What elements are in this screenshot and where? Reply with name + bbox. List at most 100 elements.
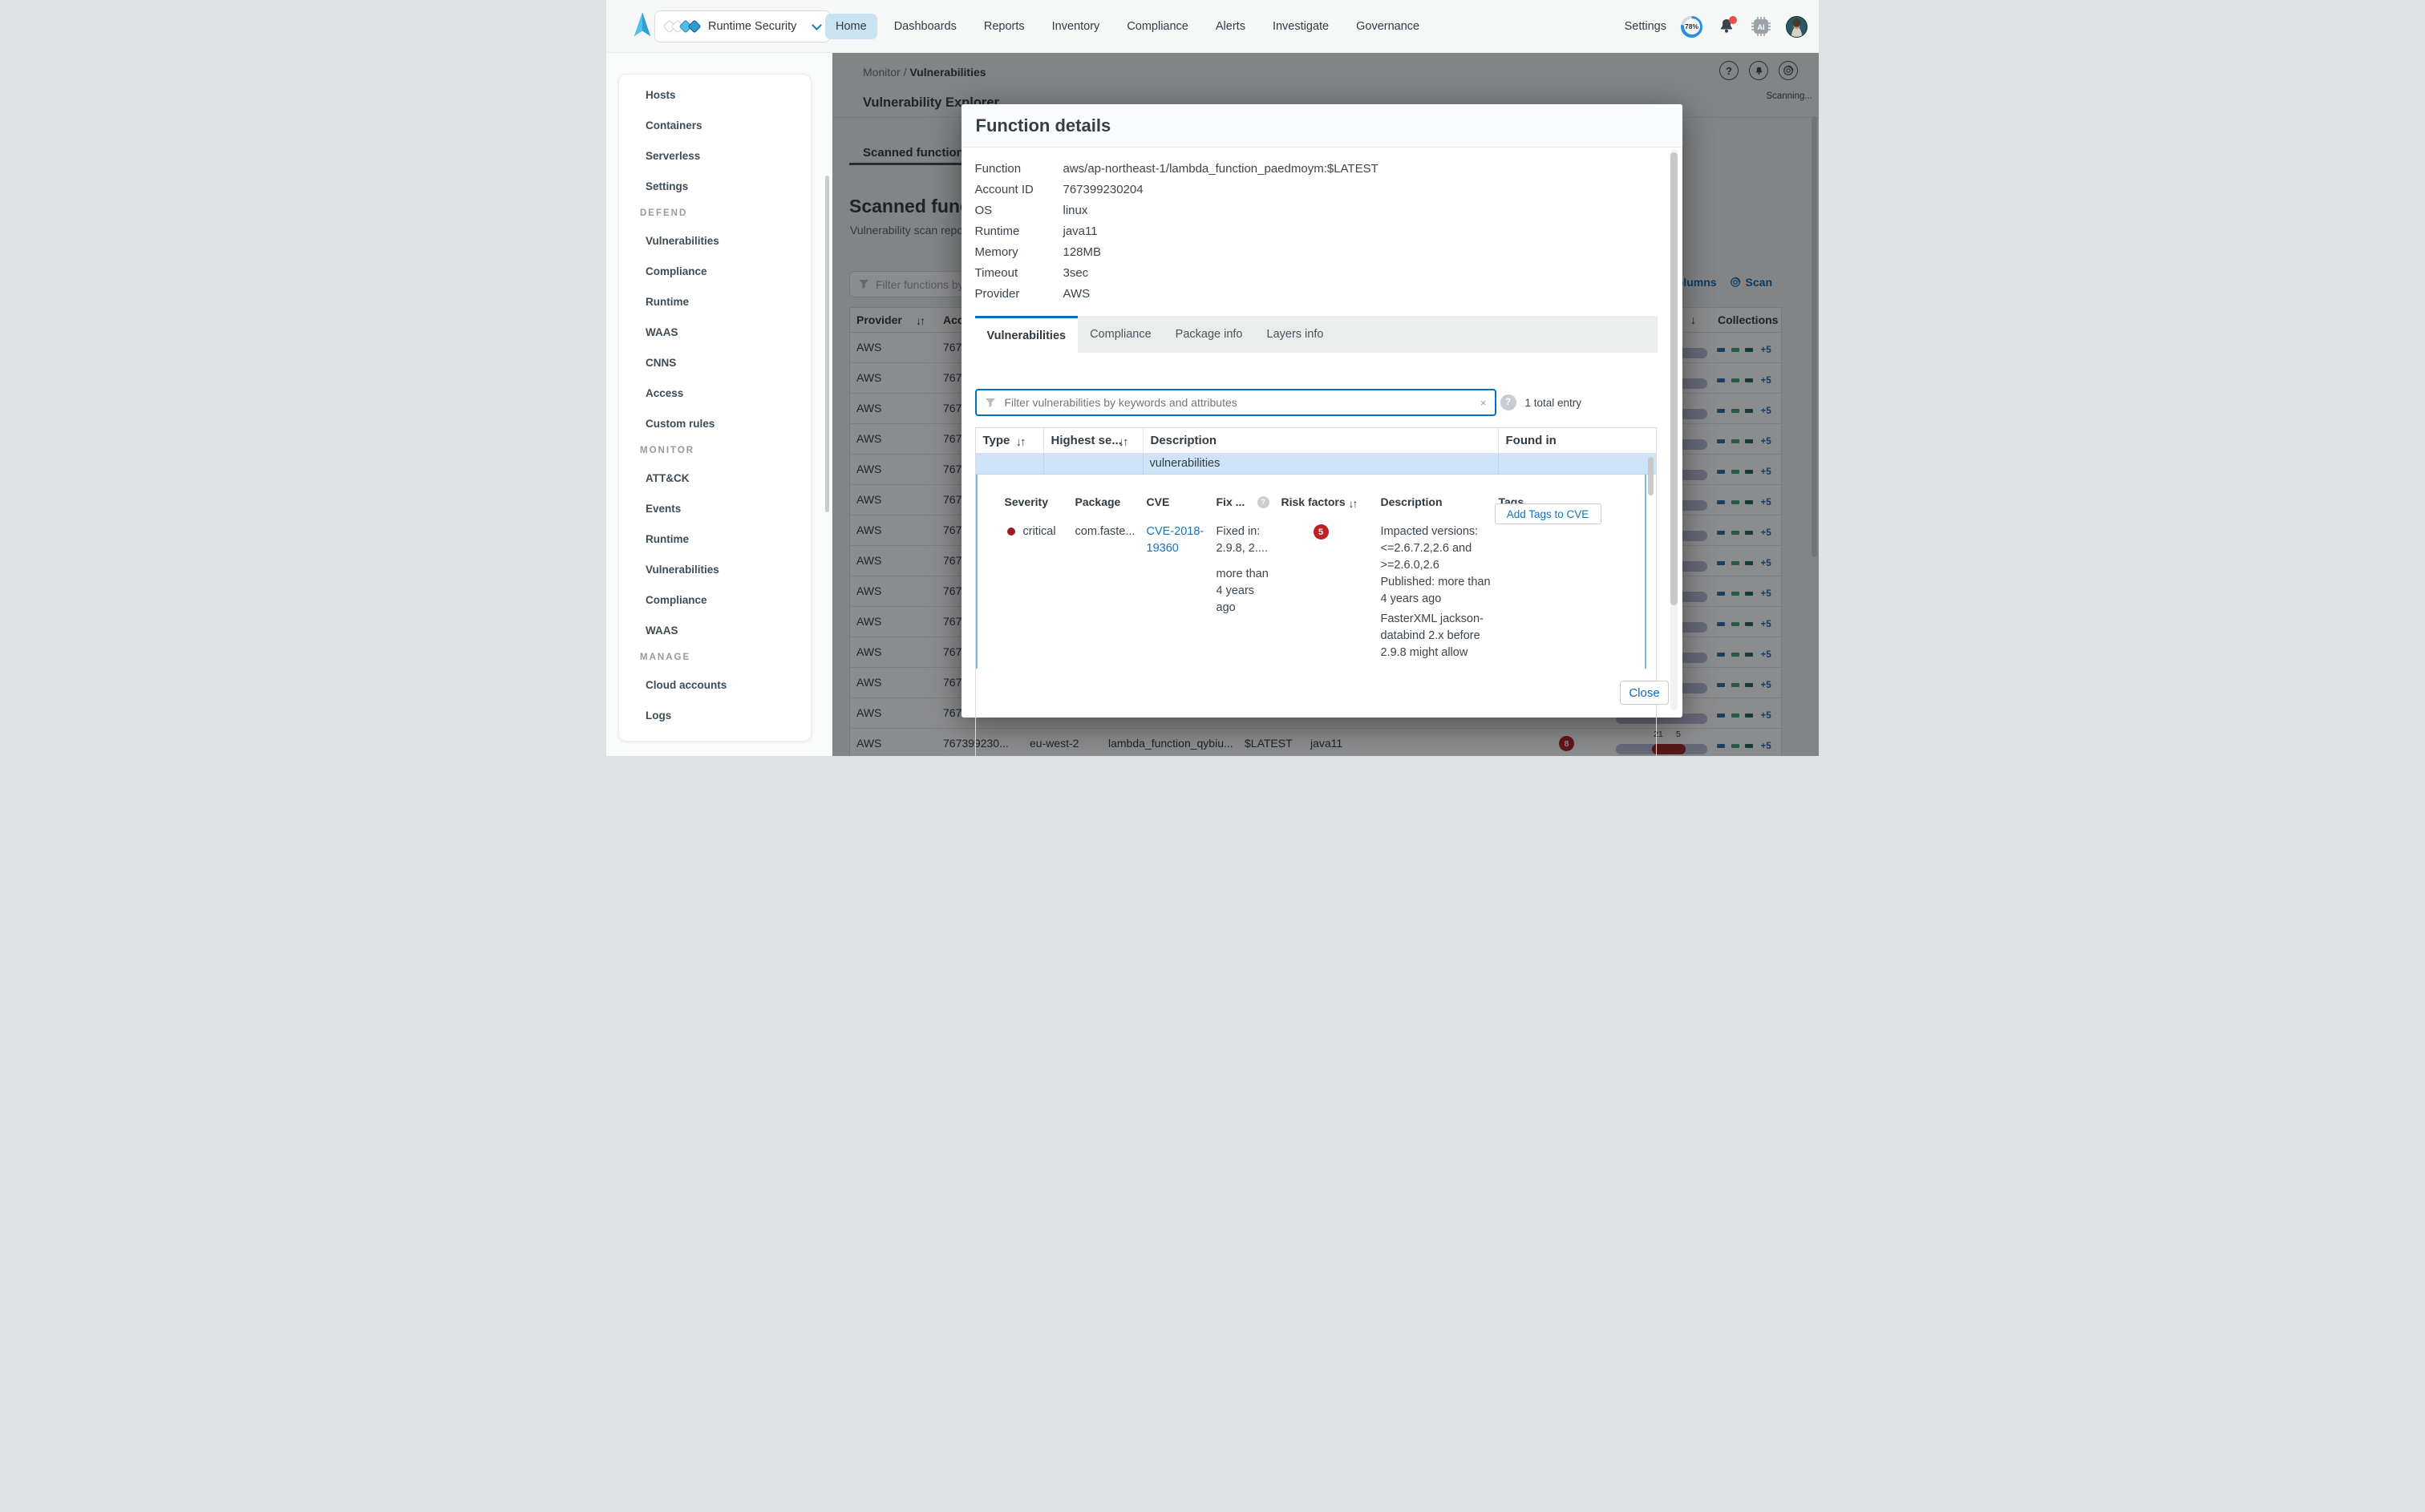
sidebar-scrollbar[interactable] — [825, 176, 829, 512]
function-fields: Function aws/ap-northeast-1/lambda_funct… — [975, 158, 1378, 304]
cve-link[interactable]: CVE-2018- 19360 — [1147, 524, 1204, 557]
nav-item[interactable]: Governance — [1346, 14, 1430, 39]
sidebar-item[interactable]: Hosts — [619, 79, 811, 110]
nav-item[interactable]: Reports — [974, 14, 1035, 39]
modal-tab[interactable]: Layers info — [1255, 316, 1336, 353]
sidebar-item-label: Serverless — [639, 145, 706, 167]
sidebar-item[interactable]: DEFEND — [619, 201, 811, 225]
fix-help-icon[interactable]: ? — [1257, 496, 1269, 508]
sidebar-item-label: WAAS — [639, 321, 685, 343]
vulnerabilities-table: Type ↓↑ Highest se... ↓↑ Description Fou… — [975, 427, 1658, 756]
nested-col-fix: Fix ... — [1217, 495, 1245, 508]
selected-vulnerability-row[interactable]: vulnerabilities — [976, 454, 1657, 475]
nav-item[interactable]: Dashboards — [884, 14, 967, 39]
sidebar-item[interactable]: Vulnerabilities — [619, 225, 811, 256]
field-label: Memory — [975, 245, 1063, 259]
nav-item[interactable]: Investigate — [1262, 14, 1339, 39]
nav-item[interactable]: Alerts — [1205, 14, 1256, 39]
sidebar-item-label: Logs — [639, 705, 678, 726]
sidebar-item[interactable]: Settings — [619, 171, 811, 201]
user-avatar[interactable] — [1786, 16, 1808, 38]
expanded-cve-panel: Severity Package CVE Fix ... ? Risk fact… — [976, 475, 1647, 669]
col-highest-severity[interactable]: Highest se... — [1051, 434, 1122, 447]
field-label: Timeout — [975, 266, 1063, 280]
modal-tab[interactable]: Package info — [1164, 316, 1255, 353]
sidebar-item[interactable]: Compliance — [619, 256, 811, 286]
sidebar-item[interactable]: Cloud accounts — [619, 669, 811, 700]
settings-link[interactable]: Settings — [1625, 20, 1666, 33]
col-type[interactable]: Type — [983, 434, 1010, 447]
field-row: Memory 128MB — [975, 241, 1378, 262]
risk-factors-badge[interactable]: 5 — [1314, 524, 1329, 540]
sidebar-item[interactable]: Runtime — [619, 524, 811, 554]
sidebar-item[interactable]: Events — [619, 493, 811, 524]
sort-icon[interactable]: ↓↑ — [1349, 497, 1357, 510]
sidebar-item[interactable]: Containers — [619, 110, 811, 140]
clear-filter-icon[interactable]: × — [1480, 397, 1487, 409]
app-root: Runtime Security Home Dashboards Reports… — [606, 0, 1819, 756]
sidebar-item[interactable]: Custom rules — [619, 408, 811, 439]
sidebar-item-label: Custom rules — [639, 413, 721, 435]
notifications-bell-icon[interactable] — [1717, 17, 1736, 36]
nav-item[interactable]: Compliance — [1116, 14, 1199, 39]
sidebar-item-label: Settings — [639, 176, 694, 197]
sidebar-item[interactable]: Compliance — [619, 584, 811, 615]
close-button[interactable]: Close — [1620, 681, 1669, 705]
sidebar-item[interactable]: CNNS — [619, 347, 811, 378]
function-details-modal: Function details Function aws/ap-northea… — [961, 104, 1683, 718]
sidebar-item[interactable]: Access — [619, 378, 811, 408]
sidebar-item-label: Compliance — [639, 589, 714, 611]
package-value: com.faste... — [1075, 524, 1136, 540]
vulnerabilities-table-header: Type ↓↑ Highest se... ↓↑ Description Fou… — [976, 428, 1657, 454]
field-label: OS — [975, 204, 1063, 217]
primary-nav: Home Dashboards Reports Inventory Compli… — [825, 0, 1430, 53]
modal-tab[interactable]: Compliance — [1078, 316, 1164, 353]
sidebar-region: Hosts Containers Serverless Settings — [606, 53, 832, 756]
modal-tab[interactable]: Vulnerabilities — [975, 316, 1079, 353]
sort-icon[interactable]: ↓↑ — [1119, 435, 1127, 449]
sidebar-item[interactable]: MANAGE — [619, 645, 811, 669]
sidebar-item-label: Runtime — [639, 291, 695, 313]
product-switcher[interactable]: Runtime Security — [654, 10, 831, 42]
modal-scrollbar-thumb[interactable] — [1670, 152, 1678, 605]
vulnerabilities-filter-input[interactable]: × — [975, 389, 1496, 416]
vulnerabilities-table-scrollbar[interactable] — [1648, 457, 1654, 495]
nav-item[interactable]: Inventory — [1042, 14, 1111, 39]
sidebar-item[interactable]: Vulnerabilities — [619, 554, 811, 584]
brand-logo-icon[interactable] — [630, 10, 654, 43]
sidebar-item-label: Events — [639, 498, 687, 519]
credits-gauge[interactable]: 78% — [1681, 16, 1702, 38]
sidebar-item-label: CNNS — [639, 352, 682, 374]
filter-help-icon[interactable]: ? — [1500, 394, 1516, 410]
field-value: AWS — [1063, 287, 1091, 301]
col-description[interactable]: Description — [1151, 434, 1217, 447]
field-row: Provider AWS — [975, 283, 1378, 304]
sidebar-item-label: MONITOR — [634, 441, 701, 460]
selected-row-text: vulnerabilities — [1150, 457, 1221, 470]
sidebar-item[interactable]: MONITOR — [619, 439, 811, 463]
sidebar-item[interactable]: WAAS — [619, 615, 811, 645]
sidebar: Hosts Containers Serverless Settings — [618, 74, 812, 742]
cve-description-1: Impacted versions: <=2.6.7.2,2.6 and >=2… — [1381, 524, 1491, 608]
sidebar-item-label: Hosts — [639, 84, 682, 106]
sidebar-item[interactable]: WAAS — [619, 317, 811, 347]
field-label: Runtime — [975, 224, 1063, 238]
sidebar-item[interactable]: Runtime — [619, 286, 811, 317]
cve-description-2: FasterXML jackson- databind 2.x before 2… — [1381, 611, 1484, 661]
ai-chip-label: AI — [1758, 23, 1765, 31]
modal-title: Function details — [976, 115, 1111, 136]
sidebar-list: Hosts Containers Serverless Settings — [619, 75, 811, 730]
field-value: 767399230204 — [1063, 183, 1144, 196]
vulnerabilities-filter-field[interactable] — [1003, 395, 1473, 410]
col-found-in[interactable]: Found in — [1506, 434, 1557, 447]
sidebar-item[interactable]: Logs — [619, 700, 811, 730]
ai-copilot-icon[interactable]: AI — [1751, 16, 1771, 37]
sidebar-item-label: Vulnerabilities — [639, 230, 726, 252]
field-value: 3sec — [1063, 266, 1089, 280]
sort-icon[interactable]: ↓↑ — [1016, 435, 1025, 449]
sidebar-item[interactable]: Serverless — [619, 140, 811, 171]
add-tags-to-cve-button[interactable]: Add Tags to CVE — [1495, 503, 1601, 524]
chevron-down-icon — [812, 20, 822, 30]
nav-item[interactable]: Home — [825, 14, 877, 39]
sidebar-item[interactable]: ATT&CK — [619, 463, 811, 493]
